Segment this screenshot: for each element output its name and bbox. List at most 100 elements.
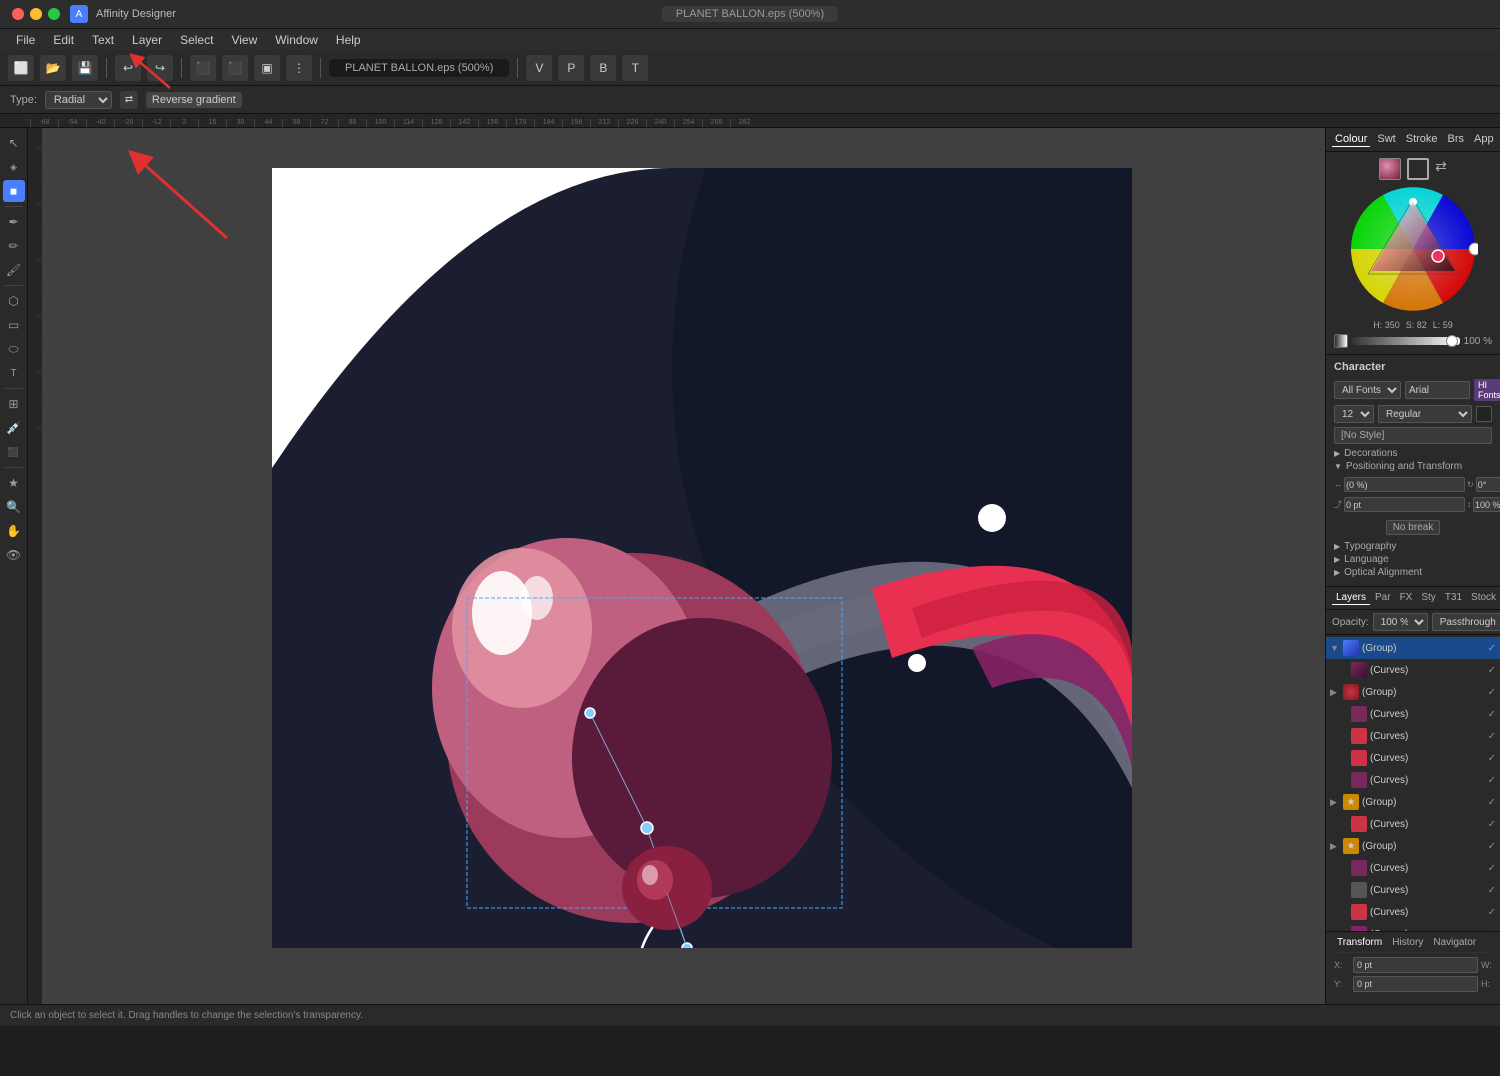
toolbar-save[interactable]: 💾 — [72, 55, 98, 81]
tool-shape[interactable]: ⬡ — [3, 290, 25, 312]
layer-expand-icon[interactable]: ▶ — [1330, 797, 1340, 808]
layer-curves-5[interactable]: (Curves) ✓ — [1326, 769, 1500, 791]
toolbar-persona-1[interactable]: V — [526, 55, 552, 81]
toolbar-new[interactable]: ⬜ — [8, 55, 34, 81]
tool-hand[interactable]: ✋ — [3, 520, 25, 542]
tab-swatches[interactable]: Swt — [1374, 132, 1398, 147]
layer-curves-1[interactable]: (Curves) ✓ — [1326, 659, 1500, 681]
color-stroke-swatch[interactable] — [1407, 158, 1429, 180]
tab-sty[interactable]: Sty — [1417, 591, 1439, 605]
menu-view[interactable]: View — [223, 31, 265, 49]
x-input[interactable] — [1353, 957, 1478, 973]
layer-group-2[interactable]: ▶ (Group) ✓ — [1326, 681, 1500, 703]
layer-group-star-2[interactable]: ▶ ★ (Group) ✓ — [1326, 835, 1500, 857]
color-wheel[interactable] — [1348, 184, 1478, 314]
menu-layer[interactable]: Layer — [124, 31, 170, 49]
font-size-select[interactable]: 12 pt 8 pt 10 pt 14 pt — [1334, 405, 1374, 423]
layer-curves-9[interactable]: (Curves) ✓ — [1326, 901, 1500, 923]
layer-expand-icon[interactable]: ▶ — [1330, 841, 1340, 852]
layer-curves-7[interactable]: (Curves) ✓ — [1326, 857, 1500, 879]
layer-group-selected[interactable]: ▼ (Group) ✓ — [1326, 637, 1500, 659]
layer-curves-6[interactable]: (Curves) ✓ — [1326, 813, 1500, 835]
typography-section[interactable]: ▶ Typography — [1334, 541, 1492, 552]
fullscreen-button[interactable] — [48, 8, 60, 20]
layer-curves-4[interactable]: (Curves) ✓ — [1326, 747, 1500, 769]
layer-vis-check[interactable]: ✓ — [1488, 863, 1496, 874]
tab-stock[interactable]: Stock — [1467, 591, 1500, 605]
reverse-gradient-btn[interactable]: ⇄ — [120, 91, 138, 109]
pos-scale-y-input[interactable] — [1473, 497, 1500, 512]
layer-vis-check[interactable]: ✓ — [1488, 731, 1496, 742]
toolbar-redo[interactable]: ↪ — [147, 55, 173, 81]
menu-text[interactable]: Text — [84, 31, 122, 49]
gradient-type-select[interactable]: Radial Linear Conical — [45, 91, 112, 109]
tool-ellipse[interactable]: ⬭ — [3, 338, 25, 360]
layer-curves-3[interactable]: (Curves) ✓ — [1326, 725, 1500, 747]
tool-gradient-fill[interactable]: ◼ — [3, 180, 25, 202]
layer-expand-icon[interactable]: ▼ — [1330, 643, 1340, 653]
y-input[interactable] — [1353, 976, 1478, 992]
menu-help[interactable]: Help — [328, 31, 369, 49]
font-color-swatch[interactable] — [1476, 406, 1492, 422]
tool-rect[interactable]: ▭ — [3, 314, 25, 336]
tab-fx[interactable]: FX — [1396, 591, 1417, 605]
toolbar-open[interactable]: 📂 — [40, 55, 66, 81]
pos-rot-input[interactable] — [1476, 477, 1500, 492]
font-filter-select[interactable]: All Fonts HI Fonts — [1334, 381, 1401, 399]
pos-offset-input[interactable] — [1344, 497, 1465, 512]
tab-brushes[interactable]: Brs — [1445, 132, 1468, 147]
tool-pointer[interactable]: ↖ — [3, 132, 25, 154]
tab-transform[interactable]: Transform — [1334, 936, 1385, 949]
layer-vis-check[interactable]: ✓ — [1488, 885, 1496, 896]
tab-colour[interactable]: Colour — [1332, 132, 1370, 147]
layer-vis-check[interactable]: ✓ — [1488, 687, 1496, 698]
positioning-section-header[interactable]: ▼ Positioning and Transform — [1334, 461, 1492, 472]
tool-zoom[interactable]: 🔍 — [3, 496, 25, 518]
font-style-select[interactable]: Regular Bold Italic — [1378, 405, 1472, 423]
layer-vis-check[interactable]: ✓ — [1488, 841, 1496, 852]
language-section[interactable]: ▶ Language — [1334, 554, 1492, 565]
tool-text[interactable]: T — [3, 362, 25, 384]
canvas-area[interactable] — [42, 128, 1325, 1004]
tool-brush[interactable]: 🖌 — [3, 259, 25, 281]
layer-curves-8[interactable]: (Curves) ✓ — [1326, 879, 1500, 901]
toolbar-persona-4[interactable]: T — [622, 55, 648, 81]
opacity-slider[interactable] — [1352, 337, 1460, 345]
no-style-dropdown[interactable]: [No Style] — [1334, 427, 1492, 444]
color-fill-swatch[interactable] — [1379, 158, 1401, 180]
close-button[interactable] — [12, 8, 24, 20]
toolbar-undo[interactable]: ↩ — [115, 55, 141, 81]
tab-stroke[interactable]: Stroke — [1403, 132, 1441, 147]
tool-fill[interactable]: ⬛ — [3, 441, 25, 463]
tab-appearance[interactable]: App — [1471, 132, 1497, 147]
menu-window[interactable]: Window — [267, 31, 326, 49]
menu-file[interactable]: File — [8, 31, 43, 49]
toolbar-align[interactable]: ⋮ — [286, 55, 312, 81]
toolbar-persona-2[interactable]: P — [558, 55, 584, 81]
decorations-section[interactable]: ▶ Decorations — [1334, 448, 1492, 459]
layer-curves-2[interactable]: (Curves) ✓ — [1326, 703, 1500, 725]
layer-vis-check[interactable]: ✓ — [1488, 775, 1496, 786]
toolbar-arrange-forward[interactable]: ⬛ — [222, 55, 248, 81]
toolbar-arrange-back[interactable]: ⬛ — [190, 55, 216, 81]
blend-mode-select[interactable]: Passthrough Normal Multiply — [1432, 613, 1500, 631]
menu-select[interactable]: Select — [172, 31, 221, 49]
no-break-btn[interactable]: No break — [1386, 520, 1441, 535]
tool-eyedropper[interactable]: 💉 — [3, 417, 25, 439]
layer-vis-check[interactable]: ✓ — [1488, 709, 1496, 720]
tab-layers[interactable]: Layers — [1332, 591, 1370, 605]
layer-vis-check[interactable]: ✓ — [1488, 819, 1496, 830]
layer-vis-check[interactable]: ✓ — [1488, 643, 1496, 654]
optical-alignment-section[interactable]: ▶ Optical Alignment — [1334, 567, 1492, 578]
tool-pen[interactable]: ✒ — [3, 211, 25, 233]
toolbar-persona-3[interactable]: B — [590, 55, 616, 81]
layer-group-star-1[interactable]: ▶ ★ (Group) ✓ — [1326, 791, 1500, 813]
tab-history[interactable]: History — [1389, 936, 1426, 949]
tool-pencil[interactable]: ✏ — [3, 235, 25, 257]
tool-node[interactable]: ◈ — [3, 156, 25, 178]
tool-view[interactable]: 👁 — [3, 544, 25, 566]
layer-vis-check[interactable]: ✓ — [1488, 797, 1496, 808]
tool-star[interactable]: ★ — [3, 472, 25, 494]
tool-crop[interactable]: ⊞ — [3, 393, 25, 415]
color-swap-icon[interactable]: ⇄ — [1435, 158, 1447, 180]
